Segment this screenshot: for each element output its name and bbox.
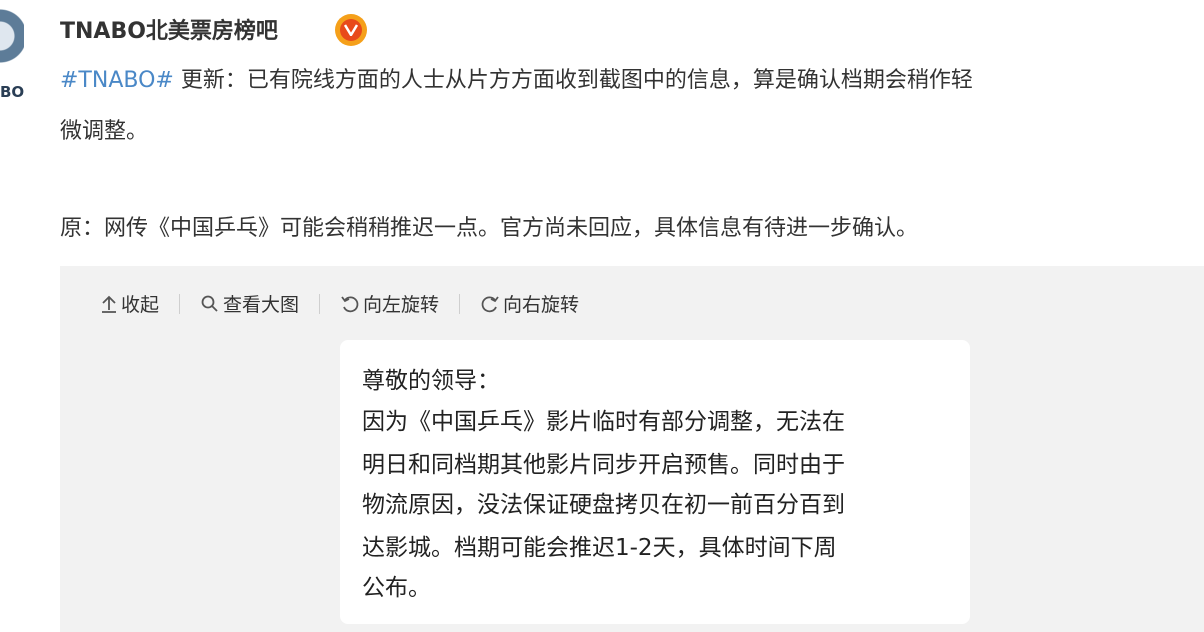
image-text-line: 明日和同档期其他影片同步开启预售。同时由于 (362, 452, 845, 478)
image-text-line: 公布。 (362, 575, 431, 601)
image-text-line: 物流原因，没法保证硬盘拷贝在初一前百分百到 (362, 492, 845, 518)
arrow-up-icon (102, 295, 116, 313)
attached-image[interactable]: 尊敬的领导： 因为《中国乒乓》影片临时有部分调整，无法在 明日和同档期其他影片同… (340, 340, 970, 624)
rotate-right-label: 向右旋转 (503, 294, 580, 316)
image-toolbar: 收起 查看大图 向左旋转 向右旋转 (100, 290, 579, 317)
avatar-text: BO (0, 83, 24, 101)
post-text-line-2: 微调整。 (60, 119, 149, 144)
rotate-left-label: 向左旋转 (363, 294, 440, 316)
toolbar-divider (319, 293, 321, 314)
rotate-right-icon (481, 295, 499, 312)
image-text-line: 达影城。档期可能会推迟1-2天，具体时间下周 (362, 535, 837, 561)
hashtag-link[interactable]: #TNABO# (60, 68, 174, 93)
rotate-left-icon (341, 295, 359, 312)
verified-icon (335, 14, 367, 46)
rotate-right-button[interactable]: 向右旋转 (480, 290, 579, 317)
media-panel: 收起 查看大图 向左旋转 向右旋转 尊敬的领导： 因为《中国乒乓》影片临时有部分… (60, 266, 1204, 632)
image-text-line: 因为《中国乒乓》影片临时有部分调整，无法在 (362, 409, 845, 435)
view-large-label: 查看大图 (223, 294, 300, 316)
post-text-line-1: #TNABO# 更新：已有院线方面的人士从片方方面收到截图中的信息，算是确认档期… (60, 66, 973, 96)
avatar-image (0, 6, 24, 86)
magnifier-icon (201, 295, 218, 312)
image-text-line: 尊敬的领导： (362, 368, 500, 394)
author-name[interactable]: TNABO北美票房榜吧 (60, 13, 278, 45)
toolbar-divider (179, 293, 181, 314)
view-large-button[interactable]: 查看大图 (200, 290, 299, 317)
collapse-label: 收起 (121, 294, 160, 316)
post-text-original: 原：网传《中国乒乓》可能会稍稍推迟一点。官方尚未回应，具体信息有待进一步确认。 (60, 216, 919, 241)
collapse-button[interactable]: 收起 (100, 290, 159, 317)
avatar[interactable]: BO (0, 6, 24, 106)
toolbar-divider (459, 293, 461, 314)
rotate-left-button[interactable]: 向左旋转 (340, 290, 439, 317)
post-update-text: 更新：已有院线方面的人士从片方方面收到截图中的信息，算是确认档期会稍作轻 (173, 68, 973, 93)
